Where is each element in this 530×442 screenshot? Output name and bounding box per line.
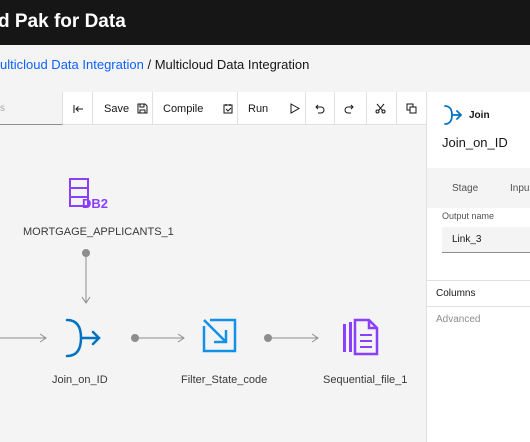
cut-button[interactable]: [375, 92, 386, 125]
panel-stage-type: Join: [469, 110, 490, 121]
sequential-file-icon: [343, 318, 379, 356]
top-bar: d Pak for Data: [0, 0, 530, 45]
undo-icon: [315, 104, 325, 114]
node-join[interactable]: [63, 317, 105, 359]
compile-button[interactable]: Compile: [163, 92, 234, 125]
node-label-join: Join_on_ID: [52, 374, 108, 386]
breadcrumb-separator: /: [147, 57, 152, 72]
toolbar-divider: [305, 92, 306, 125]
join-icon: [65, 318, 101, 358]
node-label-sequential: Sequential_file_1: [323, 374, 408, 386]
breadcrumb: ulticloud Data Integration / Multicloud …: [0, 57, 309, 72]
node-db2-source[interactable]: DB2: [64, 177, 110, 217]
db2-icon-text: DB2: [82, 196, 109, 211]
breadcrumb-current: Multicloud Data Integration: [154, 57, 310, 72]
toolbar-divider: [396, 92, 397, 125]
toolbar: s Save Compile Run: [0, 92, 426, 125]
tab-input[interactable]: Input: [510, 183, 530, 194]
search-placeholder: s: [0, 103, 5, 114]
save-button[interactable]: Save: [104, 92, 148, 125]
properties-panel: Join Join_on_ID Stage Input Output name …: [426, 92, 530, 442]
compile-label: Compile: [163, 102, 204, 115]
filter-icon: [202, 318, 237, 353]
run-button[interactable]: Run: [248, 92, 301, 125]
output-name-label: Output name: [442, 211, 495, 221]
toolbar-divider: [152, 92, 153, 125]
undo-button[interactable]: [314, 92, 325, 125]
breadcrumb-parent-link[interactable]: ulticloud Data Integration: [0, 57, 144, 72]
panel-tabs: Stage Input: [427, 168, 530, 208]
play-icon: [290, 103, 301, 114]
redo-button[interactable]: [344, 92, 355, 125]
scissors-icon: [375, 103, 386, 114]
copy-icon: [406, 103, 417, 114]
flow-links: [0, 249, 319, 343]
collapse-palette-button[interactable]: [72, 92, 84, 125]
flow-canvas[interactable]: DB2 MORTGAGE_APPLICANTS_1 Join_on_ID Fil…: [0, 125, 426, 442]
compile-icon: [223, 104, 233, 114]
search-input[interactable]: s: [0, 92, 63, 125]
toolbar-divider: [92, 92, 93, 125]
advanced-section[interactable]: Advanced: [427, 306, 530, 332]
tab-stage[interactable]: Stage: [452, 183, 478, 194]
panel-stage-name: Join_on_ID: [442, 135, 508, 150]
save-label: Save: [104, 102, 130, 115]
output-name-field[interactable]: Link_3: [442, 227, 530, 253]
node-filter[interactable]: [202, 318, 238, 354]
link-source-to-join[interactable]: [81, 249, 91, 304]
copy-button[interactable]: [406, 92, 417, 125]
link-input-to-join[interactable]: [0, 333, 47, 343]
app-title: d Pak for Data: [0, 11, 126, 32]
node-label-filter: Filter_State_code: [181, 374, 268, 386]
run-label: Run: [248, 102, 269, 115]
join-icon: [444, 105, 463, 125]
toolbar-divider: [237, 92, 238, 125]
toolbar-divider: [366, 92, 367, 125]
node-label-source: MORTGAGE_APPLICANTS_1: [23, 226, 174, 238]
columns-section[interactable]: Columns: [427, 280, 530, 306]
save-icon: [137, 103, 148, 114]
arrow-to-left-icon: [73, 104, 83, 113]
link-filter-to-sequential[interactable]: [264, 333, 319, 343]
toolbar-divider: [334, 92, 335, 125]
redo-icon: [344, 104, 354, 114]
node-sequential-file[interactable]: [341, 318, 379, 356]
link-join-to-filter[interactable]: [131, 333, 185, 343]
